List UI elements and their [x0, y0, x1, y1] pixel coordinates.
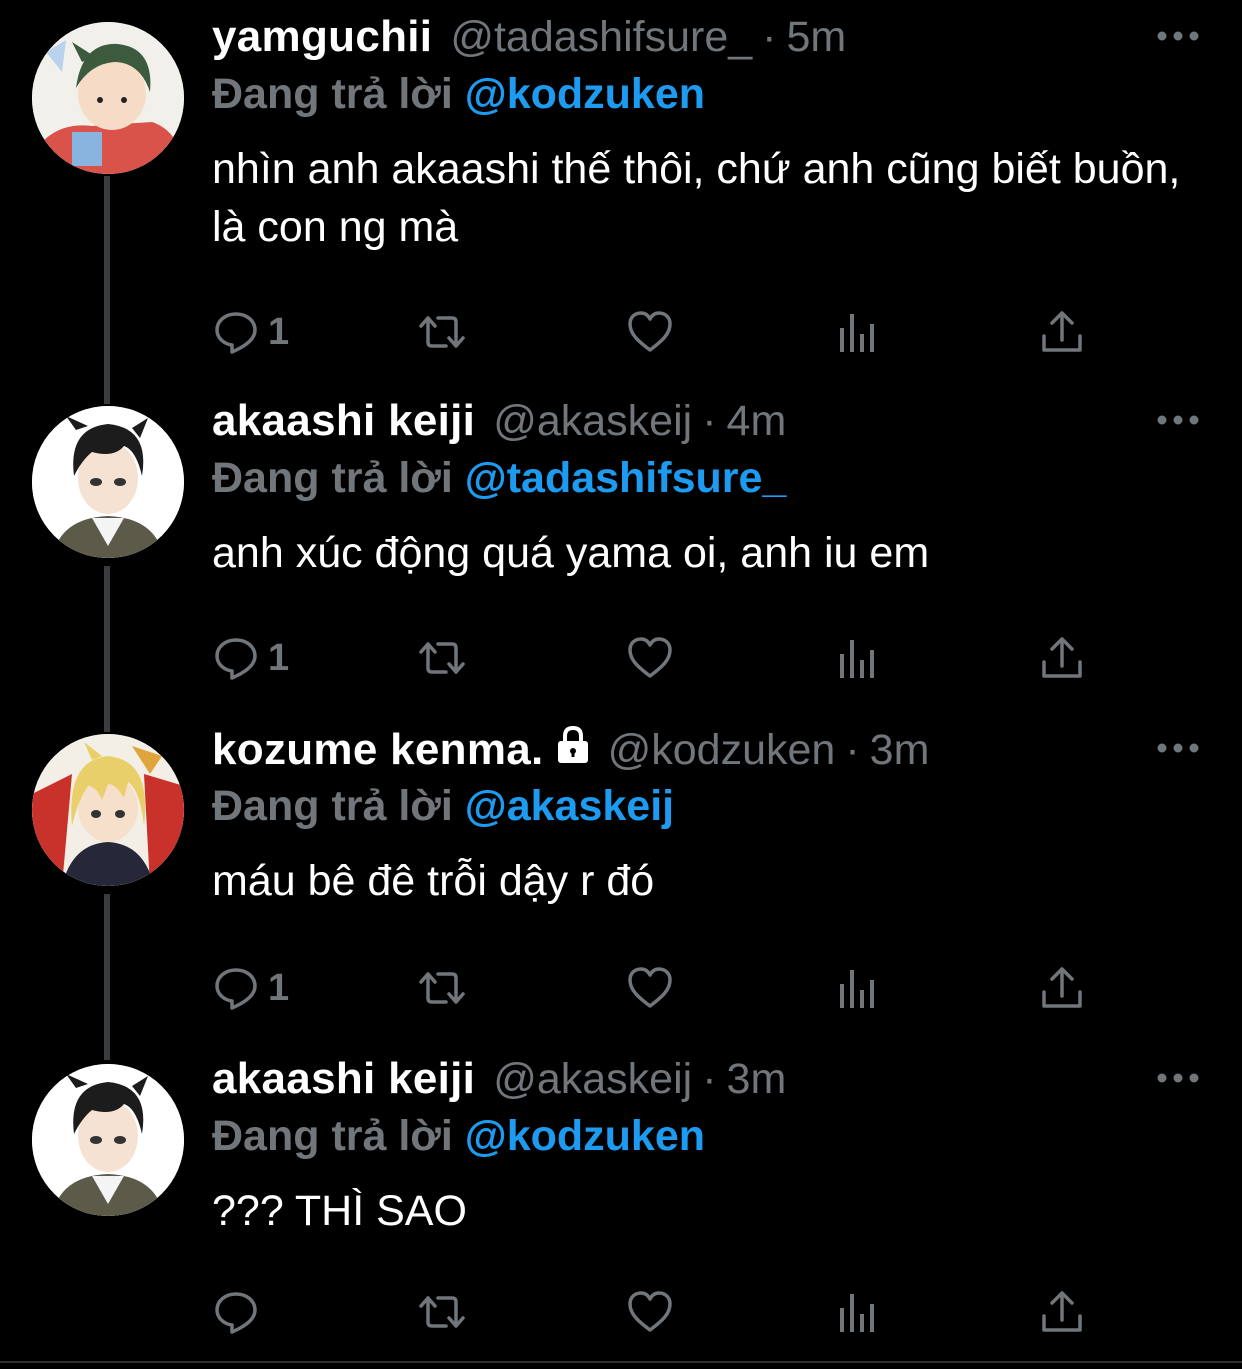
reply-button[interactable]: 1	[212, 958, 289, 1018]
tweet[interactable]: yamguchii @tadashifsure_ · 5m Đang trả l…	[0, 12, 1242, 392]
display-name[interactable]: kozume kenma.	[212, 725, 544, 775]
analytics-icon	[840, 314, 874, 352]
like-button[interactable]	[626, 302, 674, 362]
display-name[interactable]: akaashi keiji	[212, 1054, 475, 1104]
replying-to: Đang trả lời @kodzuken	[212, 1112, 1202, 1170]
share-button[interactable]	[1038, 958, 1086, 1018]
tweet-text: ??? THÌ SAO	[212, 1187, 467, 1235]
reply-mention-link[interactable]: @kodzuken	[465, 70, 705, 118]
avatar[interactable]	[32, 406, 184, 558]
share-button[interactable]	[1038, 1282, 1086, 1342]
retweet-icon	[419, 642, 465, 674]
timestamp[interactable]: 3m	[727, 1055, 787, 1104]
timestamp[interactable]: 3m	[870, 726, 930, 775]
analytics-button[interactable]	[834, 302, 882, 362]
like-icon	[628, 637, 672, 678]
replying-to-label: Đang trả lời	[212, 782, 453, 830]
retweet-button[interactable]	[418, 1282, 466, 1342]
reply-count: 1	[268, 636, 290, 679]
retweet-icon	[419, 1296, 465, 1328]
reply-button[interactable]: 1	[212, 302, 289, 362]
separator: ·	[702, 397, 717, 445]
timestamp[interactable]: 4m	[727, 397, 787, 446]
reply-count: 1	[268, 310, 290, 353]
reply-icon	[215, 1292, 257, 1334]
tweet-text: anh xúc động quá yama oi, anh iu em	[212, 529, 930, 577]
user-handle[interactable]: @tadashifsure_	[450, 13, 752, 62]
avatar-kenma-icon	[32, 734, 184, 886]
action-bar	[212, 1282, 1092, 1342]
separator: ·	[762, 13, 777, 61]
reply-count: 1	[268, 966, 290, 1009]
tweet[interactable]: kozume kenma. @kodzuken · 3m Đang trả lờ…	[0, 724, 1242, 1044]
share-button[interactable]	[1038, 628, 1086, 688]
reply-icon	[215, 968, 257, 1010]
replying-to: Đang trả lời @akaskeij	[212, 782, 1202, 840]
analytics-button[interactable]	[834, 628, 882, 688]
analytics-button[interactable]	[834, 1282, 882, 1342]
reply-icon	[215, 312, 257, 354]
timestamp[interactable]: 5m	[786, 13, 846, 62]
replying-to-label: Đang trả lời	[212, 454, 453, 502]
retweet-button[interactable]	[418, 958, 466, 1018]
retweet-icon	[419, 316, 465, 348]
replying-to: Đang trả lời @kodzuken	[212, 70, 1202, 128]
user-handle[interactable]: @akaskeij	[493, 397, 692, 446]
analytics-button[interactable]	[834, 958, 882, 1018]
divider	[0, 1361, 1242, 1363]
lock-icon	[557, 725, 588, 763]
user-handle[interactable]: @akaskeij	[493, 1055, 692, 1104]
reply-icon	[215, 638, 257, 680]
share-button[interactable]	[1038, 302, 1086, 362]
retweet-icon	[419, 972, 465, 1004]
tweet-text: nhìn anh akaashi thế thôi, chứ anh cũng …	[212, 145, 1181, 251]
share-icon	[1042, 967, 1082, 1008]
action-bar: 1	[212, 628, 1092, 688]
avatar-akaashi-icon	[32, 406, 184, 558]
more-icon[interactable]	[1154, 736, 1202, 760]
tweet[interactable]: akaashi keiji @akaskeij · 4m Đang trả lờ…	[0, 396, 1242, 716]
separator: ·	[702, 1055, 717, 1103]
avatar[interactable]	[32, 22, 184, 174]
tweet-text: máu bê đê trỗi dậy r đó	[212, 857, 655, 905]
more-icon[interactable]	[1154, 1066, 1202, 1090]
avatar-akaashi-icon	[32, 1064, 184, 1216]
retweet-button[interactable]	[418, 302, 466, 362]
display-name[interactable]: yamguchii	[212, 12, 432, 62]
display-name[interactable]: akaashi keiji	[212, 396, 475, 446]
replying-to-label: Đang trả lời	[212, 1112, 453, 1160]
conversation-thread: yamguchii @tadashifsure_ · 5m Đang trả l…	[0, 0, 1242, 1369]
like-icon	[628, 1291, 672, 1332]
replying-to-label: Đang trả lời	[212, 70, 453, 118]
like-icon	[628, 967, 672, 1008]
avatar[interactable]	[32, 734, 184, 886]
avatar[interactable]	[32, 1064, 184, 1216]
like-button[interactable]	[626, 1282, 674, 1342]
share-icon	[1042, 637, 1082, 678]
reply-mention-link[interactable]: @kodzuken	[465, 1112, 705, 1160]
retweet-button[interactable]	[418, 628, 466, 688]
tweet[interactable]: akaashi keiji @akaskeij · 3m Đang trả lờ…	[0, 1054, 1242, 1354]
action-bar: 1	[212, 958, 1092, 1018]
avatar-yamaguchi-icon	[32, 22, 184, 174]
reply-button[interactable]: 1	[212, 628, 289, 688]
like-button[interactable]	[626, 628, 674, 688]
like-icon	[628, 311, 672, 352]
reply-mention-link[interactable]: @akaskeij	[465, 782, 674, 830]
action-bar: 1	[212, 302, 1092, 362]
share-icon	[1042, 311, 1082, 352]
analytics-icon	[840, 970, 874, 1008]
like-button[interactable]	[626, 958, 674, 1018]
replying-to: Đang trả lời @tadashifsure_	[212, 454, 1202, 512]
more-icon[interactable]	[1154, 408, 1202, 432]
share-icon	[1042, 1291, 1082, 1332]
reply-button[interactable]	[212, 1282, 268, 1342]
analytics-icon	[840, 1294, 874, 1332]
reply-mention-link[interactable]: @tadashifsure_	[465, 454, 787, 502]
more-icon[interactable]	[1154, 24, 1202, 48]
user-handle[interactable]: @kodzuken	[608, 726, 836, 775]
separator: ·	[845, 726, 860, 774]
analytics-icon	[840, 640, 874, 678]
